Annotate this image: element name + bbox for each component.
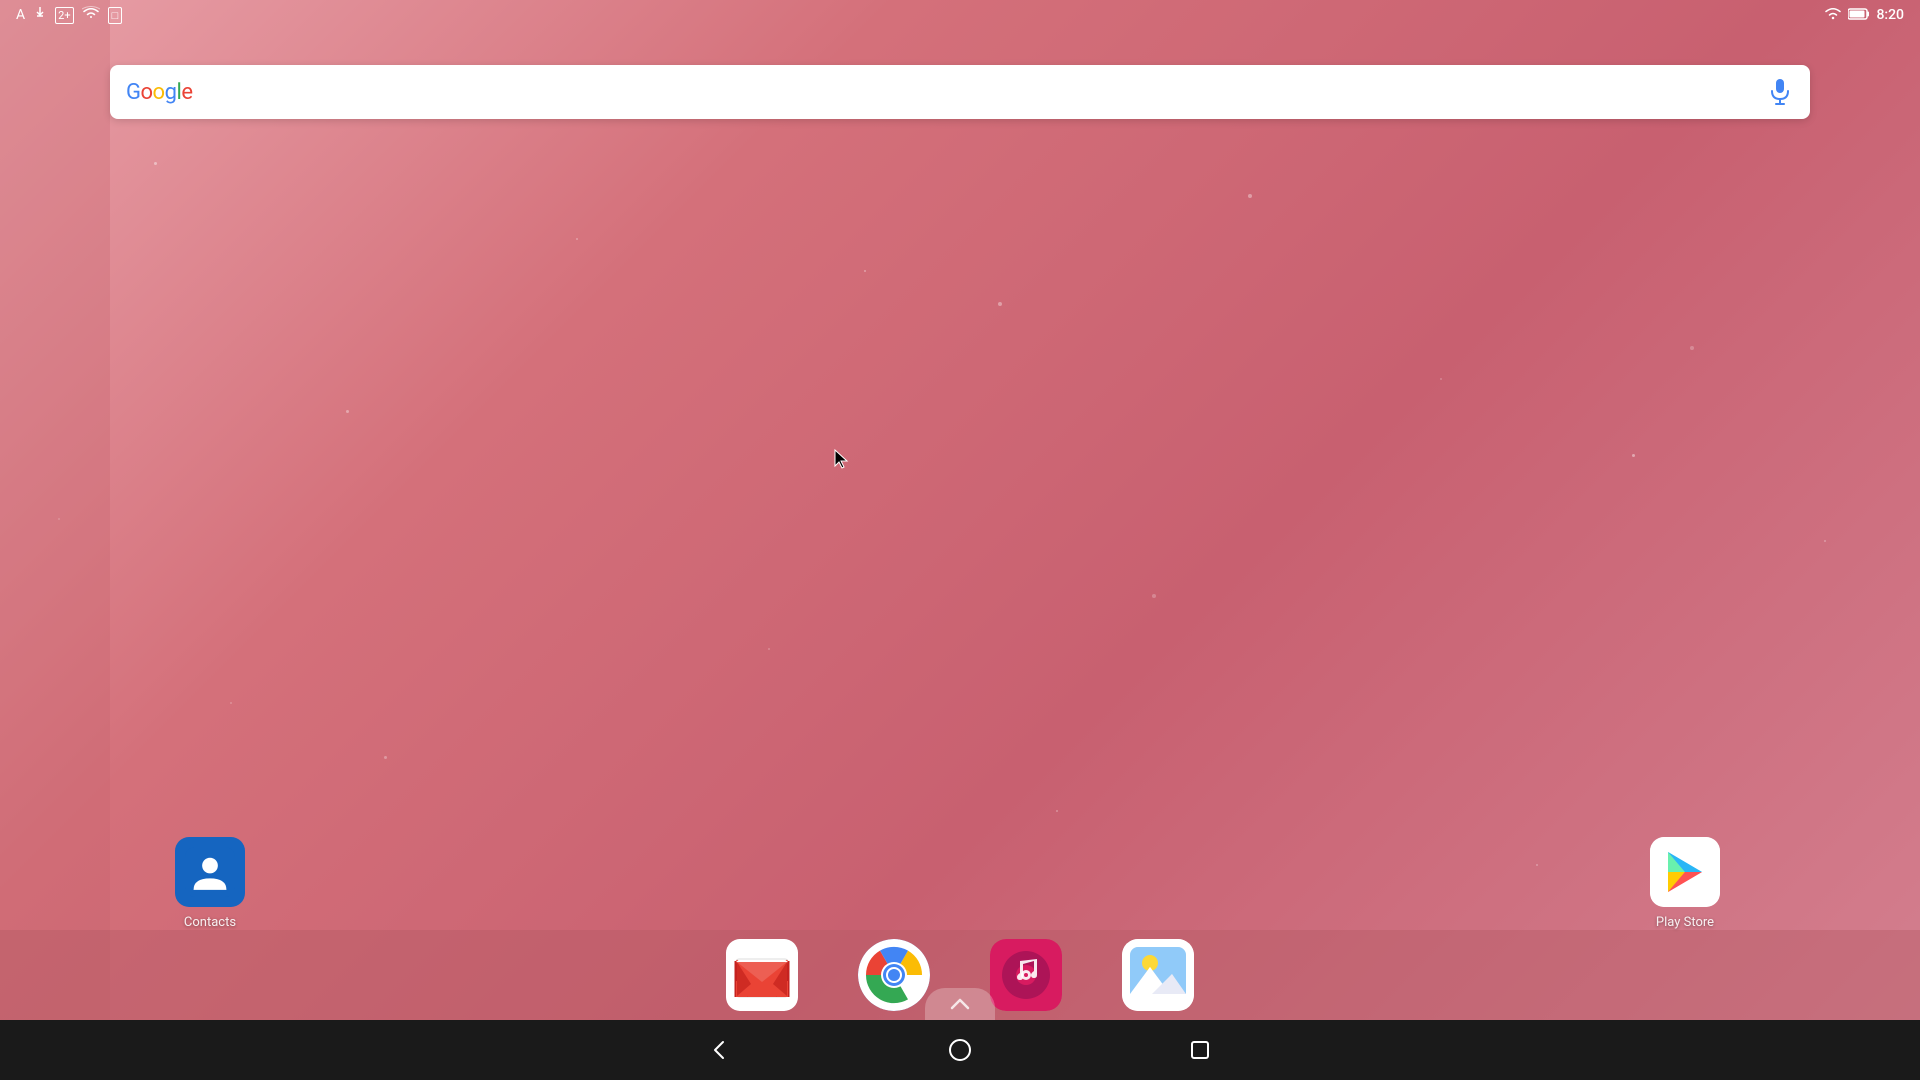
usb-icon	[33, 6, 47, 24]
google-e: e	[181, 80, 192, 105]
google-G: G	[126, 80, 141, 105]
contacts-label: Contacts	[184, 915, 236, 930]
app-icon-status: 2+	[55, 7, 73, 24]
notification-icon: A	[16, 7, 25, 23]
wifi-signal-icon	[82, 6, 100, 24]
music-app[interactable]	[990, 939, 1062, 1011]
status-bar: A 2+ □	[0, 0, 1920, 30]
left-strip	[0, 0, 110, 1020]
status-bar-right: 8:20	[1824, 6, 1904, 25]
chrome-app[interactable]	[858, 939, 930, 1011]
contacts-icon	[175, 837, 245, 907]
playstore-label: Play Store	[1656, 915, 1714, 930]
battery-icon	[1848, 6, 1870, 25]
recents-button[interactable]	[1180, 1030, 1220, 1070]
cursor	[833, 448, 851, 474]
background-sparkles	[0, 0, 1920, 1080]
status-time: 8:20	[1876, 7, 1904, 23]
home-button[interactable]	[940, 1030, 980, 1070]
google-logo: G o o g l e	[126, 80, 192, 105]
contacts-app[interactable]: Contacts	[175, 837, 245, 930]
google-o2: o	[153, 80, 165, 105]
google-o1: o	[141, 80, 153, 105]
playstore-icon	[1650, 837, 1720, 907]
voice-search-icon[interactable]	[1766, 78, 1794, 106]
status-bar-left-icons: A 2+ □	[16, 6, 122, 24]
app-drawer-handle[interactable]	[925, 988, 995, 1020]
google-g: g	[165, 80, 177, 105]
gmail-app[interactable]	[726, 939, 798, 1011]
google-search-bar[interactable]: G o o g l e	[110, 65, 1810, 119]
storage-icon: □	[108, 7, 123, 24]
wifi-icon	[1824, 6, 1842, 25]
nav-bar	[0, 1020, 1920, 1080]
playstore-app[interactable]: Play Store	[1650, 837, 1720, 930]
photos-app[interactable]	[1122, 939, 1194, 1011]
back-button[interactable]	[700, 1030, 740, 1070]
